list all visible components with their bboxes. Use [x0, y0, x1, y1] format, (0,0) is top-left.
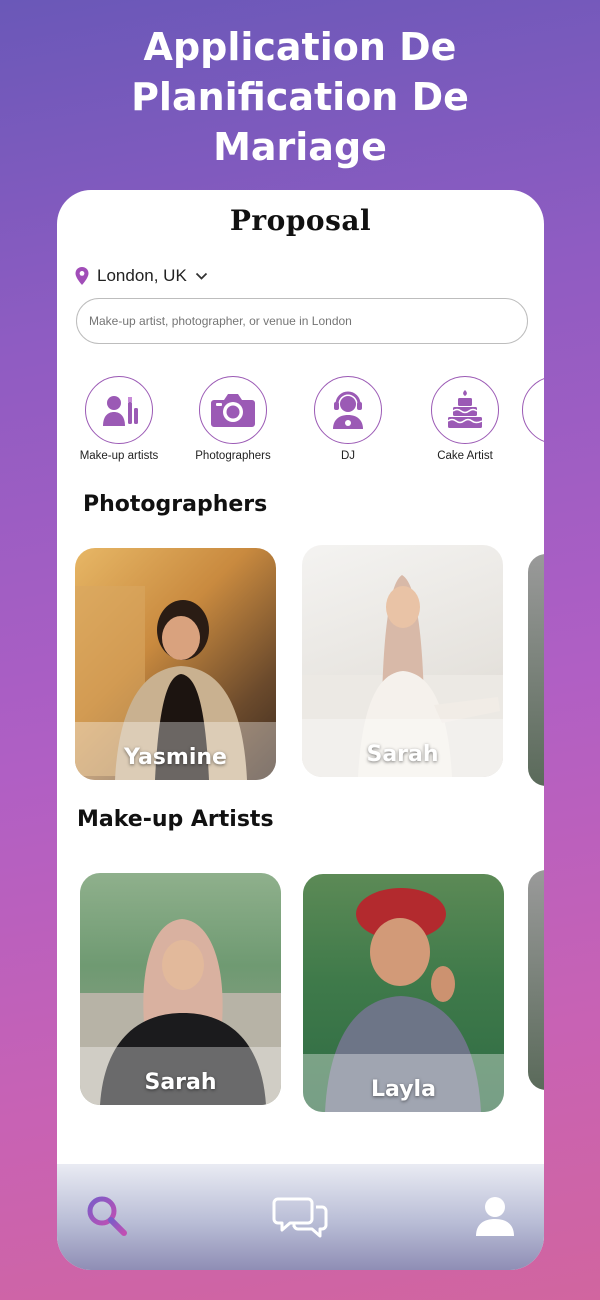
camera-icon	[211, 394, 255, 427]
profile-card[interactable]: Yasmine	[75, 548, 276, 780]
promo-line-3: Mariage	[213, 125, 387, 169]
app-logo: Proposal	[229, 204, 372, 237]
nav-search[interactable]	[79, 1188, 135, 1244]
card-name: Yasmine	[124, 745, 227, 770]
bottom-nav	[57, 1164, 544, 1270]
category-circle	[522, 376, 544, 444]
location-selector[interactable]: London, UK	[75, 266, 208, 286]
category-label: Make-up artists	[79, 450, 159, 462]
category-circle	[85, 376, 153, 444]
promo-line-1: Application De	[143, 25, 457, 69]
section-title-makeup: Make-up Artists	[77, 807, 274, 832]
location-label: London, UK	[97, 266, 187, 285]
profile-icon	[476, 1197, 514, 1236]
profile-card[interactable]: Layla	[303, 874, 504, 1112]
category-circle	[199, 376, 267, 444]
category-circle	[431, 376, 499, 444]
promo-line-2: Planification De	[131, 75, 469, 119]
makeup-icon	[103, 396, 138, 426]
dj-icon	[333, 391, 363, 429]
category-dj[interactable]: DJ	[288, 376, 408, 462]
category-partial[interactable]	[522, 376, 544, 444]
card-peek[interactable]	[528, 870, 544, 1090]
location-pin-icon	[75, 267, 89, 285]
card-peek[interactable]	[528, 554, 544, 786]
category-circle	[314, 376, 382, 444]
profile-card[interactable]: Sarah	[80, 873, 281, 1105]
chat-icon	[272, 1197, 328, 1238]
category-cake-artist[interactable]: Cake Artist	[405, 376, 525, 462]
category-makeup-artists[interactable]: Make-up artists	[59, 376, 179, 462]
nav-chat[interactable]	[272, 1188, 328, 1244]
search-icon	[87, 1196, 127, 1236]
search-input[interactable]	[76, 298, 528, 344]
promo-headline: Application De Planification De Mariage	[0, 22, 600, 172]
card-name: Sarah	[144, 1070, 217, 1095]
category-label: Cake Artist	[437, 450, 493, 462]
category-label: Photographers	[195, 450, 271, 462]
phone-screen: Proposal London, UK Make-up artists	[57, 190, 544, 1270]
profile-card[interactable]: Sarah	[302, 545, 503, 777]
nav-profile[interactable]	[467, 1188, 523, 1244]
cake-icon	[447, 390, 483, 428]
chevron-down-icon	[195, 272, 207, 280]
card-name: Sarah	[366, 742, 439, 767]
category-label: DJ	[340, 450, 356, 462]
category-photographers[interactable]: Photographers	[173, 376, 293, 462]
section-title-photographers: Photographers	[83, 492, 268, 517]
card-name: Layla	[371, 1077, 436, 1102]
category-row: Make-up artists Photographers DJ Cake Ar…	[57, 376, 544, 466]
